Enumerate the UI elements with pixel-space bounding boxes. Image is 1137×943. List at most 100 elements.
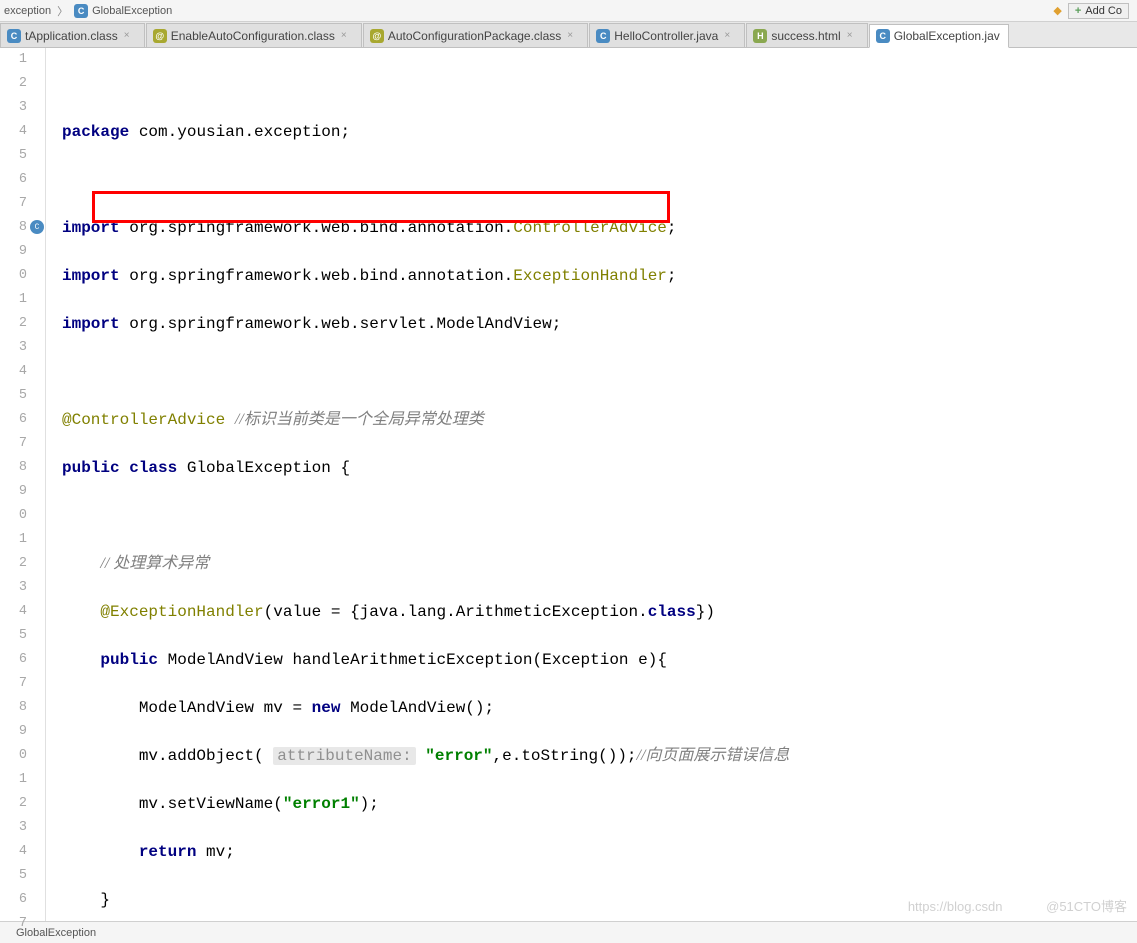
line-number[interactable]: 3	[0, 96, 27, 120]
anno-controlleradvice: @ControllerAdvice	[62, 411, 225, 429]
line-number[interactable]: 1	[0, 288, 27, 312]
line-number[interactable]: 5	[0, 864, 27, 888]
tab-globalexception[interactable]: C GlobalException.jav	[869, 24, 1009, 48]
watermark: https://blog.csdn @51CTO博客	[908, 896, 1127, 915]
tabs-bar: C tApplication.class × @ EnableAutoConfi…	[0, 22, 1137, 48]
line-number[interactable]: 2	[0, 552, 27, 576]
line-number[interactable]: 2	[0, 72, 27, 96]
tab-label: AutoConfigurationPackage.class	[388, 29, 561, 43]
class-path: java.lang.ArithmeticException.	[360, 603, 648, 621]
line-number[interactable]: 3	[0, 336, 27, 360]
string: "error1"	[283, 795, 360, 813]
toolbar-right: ◆ + Add Co	[1053, 3, 1133, 19]
tab-label: EnableAutoConfiguration.class	[171, 29, 335, 43]
line-number[interactable]: 2	[0, 792, 27, 816]
annotation-icon: @	[153, 29, 167, 43]
line-number[interactable]: 1	[0, 48, 27, 72]
close-icon[interactable]: ×	[124, 30, 136, 42]
line-number[interactable]: 1	[0, 768, 27, 792]
code-area[interactable]: package com.yousian.exception; import or…	[46, 48, 1137, 921]
line-number[interactable]: 6	[0, 168, 27, 192]
line-number[interactable]: 7	[0, 912, 27, 936]
close-icon[interactable]: ×	[341, 30, 353, 42]
tab-label: tApplication.class	[25, 29, 118, 43]
line-number[interactable]: 9	[0, 720, 27, 744]
var: mv	[139, 795, 158, 813]
method-name: handleArithmeticException	[292, 651, 532, 669]
tab-label: GlobalException.jav	[894, 29, 1000, 43]
line-number[interactable]: 8	[0, 216, 27, 240]
kw-return: return	[139, 843, 197, 861]
comment: //向页面展示错误信息	[637, 747, 790, 764]
marker-icon[interactable]: ◆	[1053, 4, 1061, 17]
kw-import: import	[62, 267, 120, 285]
tab-autoconfigpackage[interactable]: @ AutoConfigurationPackage.class ×	[363, 23, 588, 47]
line-number[interactable]: 1	[0, 528, 27, 552]
gutter: C 1 2 3 4 5 6 7 8 9 0 1 2 3 4 5 6 7 8 9 …	[0, 48, 46, 921]
tab-label: HelloController.java	[614, 29, 718, 43]
add-config-button[interactable]: + Add Co	[1068, 3, 1129, 19]
class-gutter-icon[interactable]: C	[30, 220, 44, 234]
line-number[interactable]: 5	[0, 144, 27, 168]
line-number[interactable]: 9	[0, 480, 27, 504]
var: mv	[206, 843, 225, 861]
line-number[interactable]: 6	[0, 648, 27, 672]
param-hint: attributeName:	[273, 747, 415, 765]
line-number[interactable]: 3	[0, 816, 27, 840]
footer-context[interactable]: GlobalException	[16, 927, 96, 939]
breadcrumb-item-folder[interactable]: exception	[4, 5, 51, 17]
kw-class: class	[648, 603, 696, 621]
kw-public: public	[62, 459, 120, 477]
line-number[interactable]: 5	[0, 624, 27, 648]
line-number[interactable]: 0	[0, 744, 27, 768]
line-number[interactable]: 6	[0, 888, 27, 912]
kw-import: import	[62, 219, 120, 237]
kw-package: package	[62, 123, 129, 141]
close-icon[interactable]: ×	[567, 30, 579, 42]
line-number[interactable]: 9	[0, 240, 27, 264]
breadcrumb-item-file[interactable]: C GlobalException	[74, 4, 172, 18]
class-name: GlobalException	[187, 459, 331, 477]
tab-hellocontroller[interactable]: C HelloController.java ×	[589, 23, 745, 47]
line-number[interactable]: 7	[0, 672, 27, 696]
line-number[interactable]: 6	[0, 408, 27, 432]
breadcrumb-label: GlobalException	[92, 5, 172, 17]
class-icon: C	[596, 29, 610, 43]
tab-success-html[interactable]: H success.html ×	[746, 23, 867, 47]
kw-import: import	[62, 315, 120, 333]
param: e	[638, 651, 648, 669]
string: "error"	[425, 747, 492, 765]
type: ModelAndView	[168, 651, 283, 669]
line-number[interactable]: 3	[0, 576, 27, 600]
tab-tapplication[interactable]: C tApplication.class ×	[0, 23, 145, 47]
close-icon[interactable]: ×	[724, 30, 736, 42]
line-number[interactable]: 4	[0, 840, 27, 864]
kw-class: class	[129, 459, 177, 477]
comment: // 处理算术异常	[100, 555, 209, 572]
line-number[interactable]: 4	[0, 360, 27, 384]
line-number[interactable]: 5	[0, 384, 27, 408]
line-number[interactable]: 7	[0, 432, 27, 456]
line-number[interactable]: 0	[0, 264, 27, 288]
import-path: org.springframework.web.bind.annotation.	[129, 267, 513, 285]
line-number[interactable]: 7	[0, 192, 27, 216]
import-class: ExceptionHandler	[513, 267, 667, 285]
package-path: com.yousian.exception	[139, 123, 341, 141]
line-number[interactable]: 4	[0, 600, 27, 624]
class-icon: C	[7, 29, 21, 43]
line-number[interactable]: 0	[0, 504, 27, 528]
breadcrumb-sep: 〉	[57, 3, 68, 19]
type: ModelAndView	[139, 699, 254, 717]
editor: C 1 2 3 4 5 6 7 8 9 0 1 2 3 4 5 6 7 8 9 …	[0, 48, 1137, 921]
line-number[interactable]: 2	[0, 312, 27, 336]
class-icon: C	[74, 4, 88, 18]
var: mv	[264, 699, 283, 717]
type: Exception	[542, 651, 628, 669]
line-number[interactable]: 8	[0, 456, 27, 480]
line-number[interactable]: 8	[0, 696, 27, 720]
line-number[interactable]: 4	[0, 120, 27, 144]
method: setViewName	[168, 795, 274, 813]
close-icon[interactable]: ×	[847, 30, 859, 42]
tab-enableautoconfig[interactable]: @ EnableAutoConfiguration.class ×	[146, 23, 362, 47]
expr: e.toString()	[502, 747, 617, 765]
